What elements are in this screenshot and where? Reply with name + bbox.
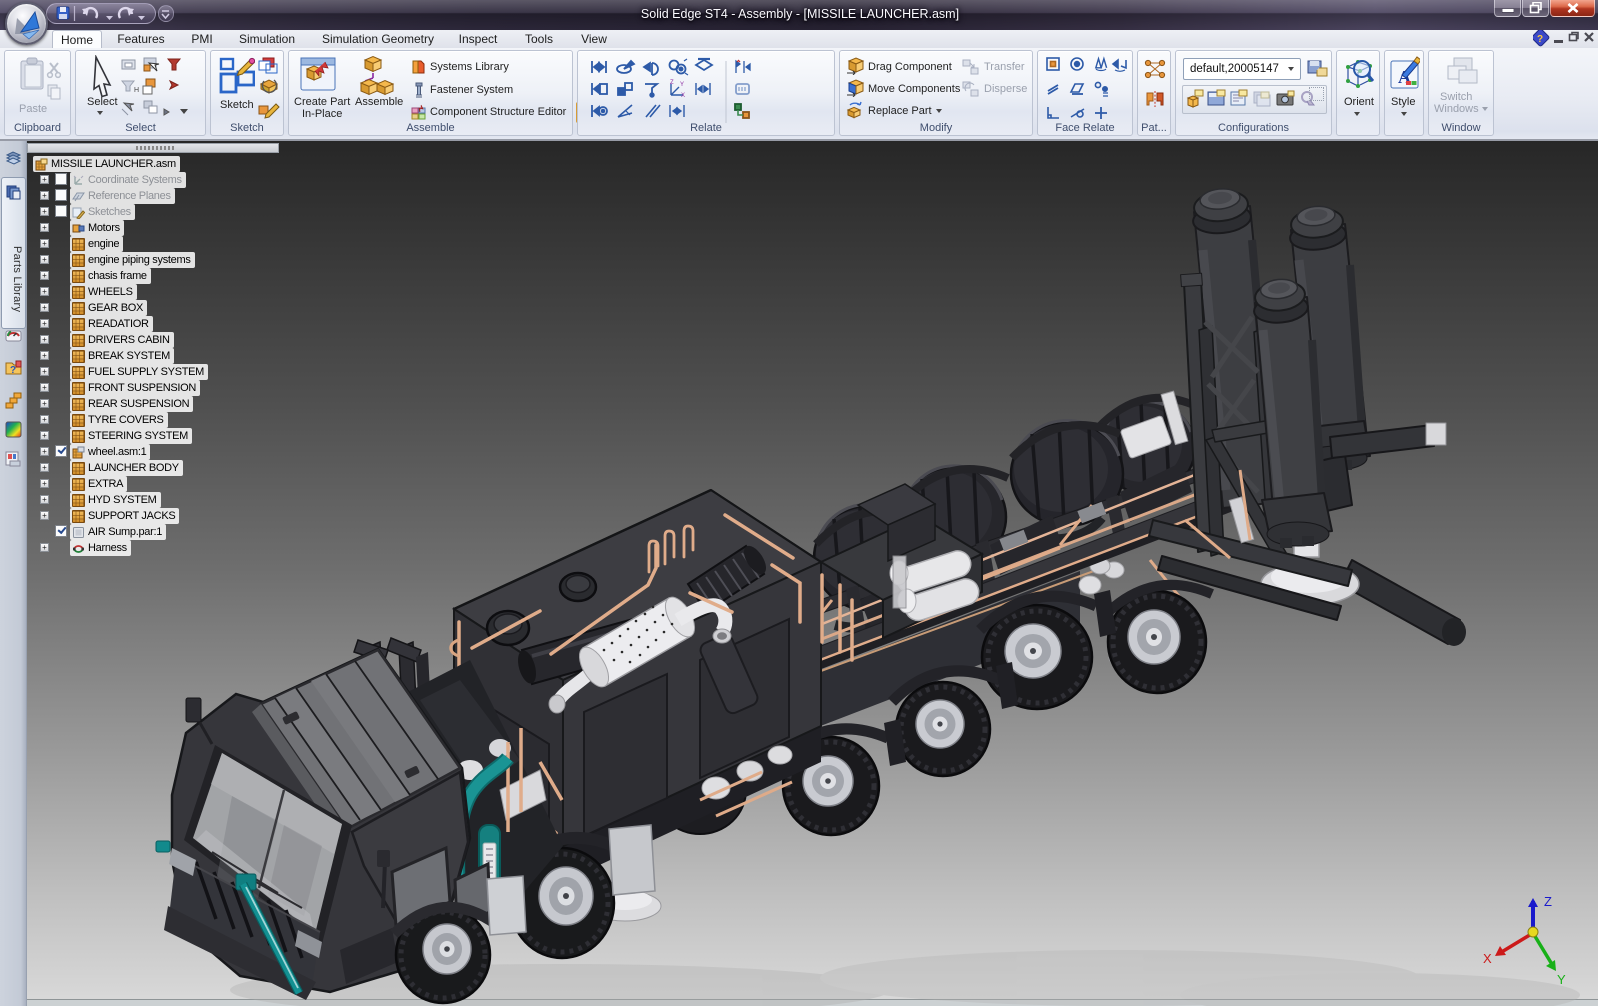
- svg-text:Y: Y: [1557, 972, 1566, 987]
- svg-text:Z: Z: [1544, 894, 1552, 909]
- svg-text:X: X: [1483, 951, 1492, 966]
